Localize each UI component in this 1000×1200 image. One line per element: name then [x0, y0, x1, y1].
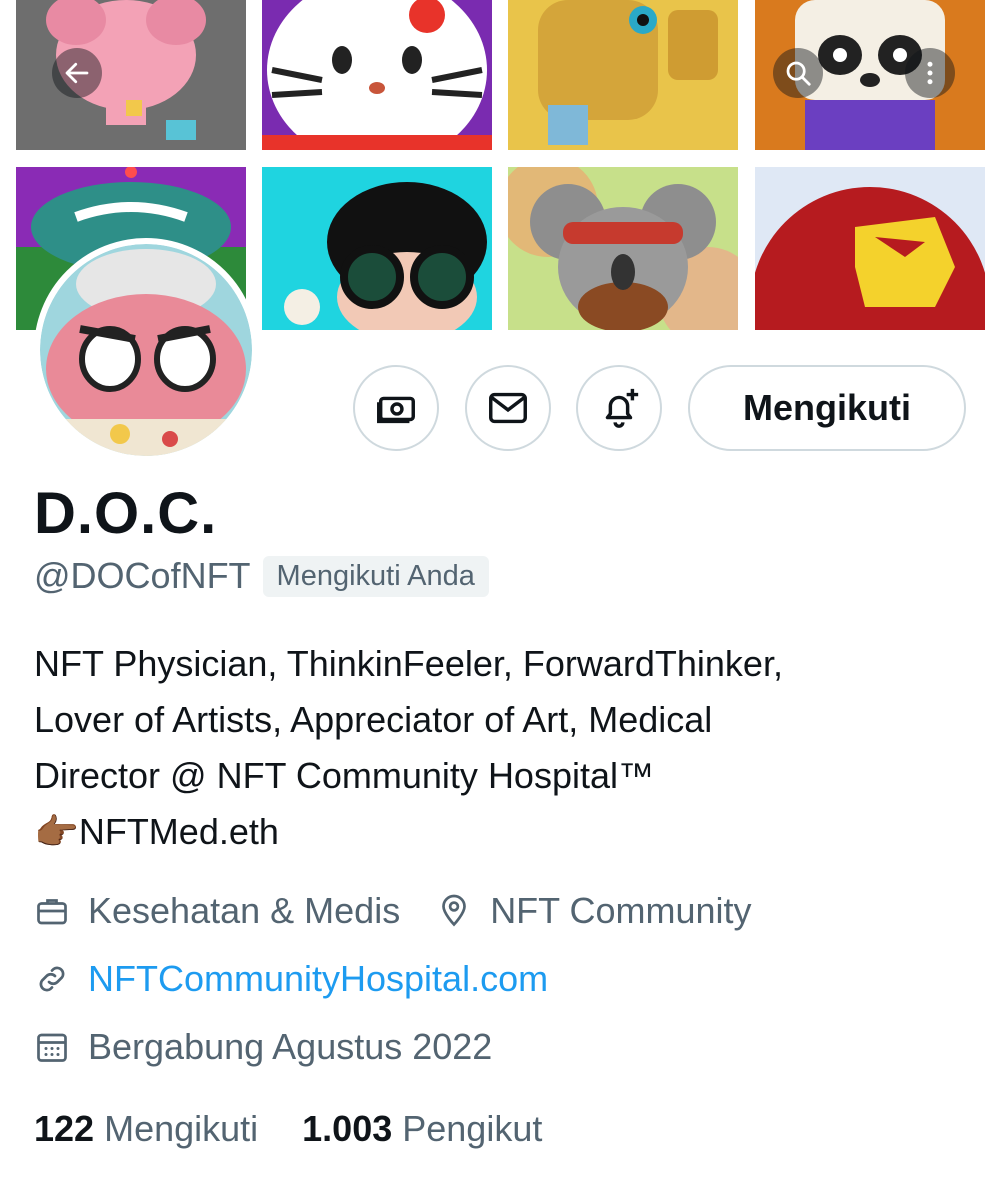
banner-tile-iron-helmet	[755, 167, 985, 330]
following-button[interactable]: Mengikuti	[688, 365, 966, 451]
bio-line: Lover of Artists, Appreciator of Art, Me…	[34, 699, 713, 740]
banner-tile-pink-elephant	[16, 0, 246, 150]
bio-line: Director @ NFT Community Hospital™	[34, 755, 654, 796]
joined-row: Bergabung Agustus 2022	[34, 1026, 492, 1068]
avatar-image	[40, 244, 252, 456]
location-text: NFT Community	[490, 890, 752, 931]
profile-bio: NFT Physician, ThinkinFeeler, ForwardThi…	[34, 636, 964, 860]
website-link[interactable]: NFTCommunityHospital.com	[88, 958, 548, 1000]
following-stat[interactable]: 122 Mengikuti	[34, 1108, 258, 1150]
location-item: NFT Community	[436, 890, 752, 932]
followers-stat[interactable]: 1.003 Pengikut	[302, 1108, 542, 1150]
search-button[interactable]	[773, 48, 823, 98]
avatar[interactable]	[34, 238, 258, 462]
message-button[interactable]	[465, 365, 551, 451]
handle-row: @DOCofNFT Mengikuti Anda	[34, 555, 489, 597]
category-text: Kesehatan & Medis	[88, 890, 401, 931]
profile-name: D.O.C.	[34, 481, 218, 546]
notify-button[interactable]	[576, 365, 662, 451]
following-label: Mengikuti	[104, 1108, 259, 1149]
bio-line: 👉🏾NFTMed.eth	[34, 811, 279, 852]
bio-line: NFT Physician, ThinkinFeeler, ForwardThi…	[34, 643, 783, 684]
following-count: 122	[34, 1108, 95, 1149]
category-item: Kesehatan & Medis	[34, 890, 400, 932]
website-row: NFTCommunityHospital.com	[34, 958, 548, 1000]
banner-tile-white-cat	[262, 0, 492, 150]
banner-tile-sunglasses-curly	[262, 167, 492, 330]
link-icon	[39, 966, 65, 992]
money-icon	[377, 396, 415, 424]
more-vertical-icon	[927, 61, 933, 85]
followers-count: 1.003	[302, 1108, 393, 1149]
search-icon	[786, 61, 811, 86]
bell-plus-icon	[605, 388, 639, 428]
follows-you-badge: Mengikuti Anda	[262, 555, 489, 597]
profile-handle: @DOCofNFT	[34, 555, 251, 596]
more-button[interactable]	[905, 48, 955, 98]
calendar-icon	[37, 1033, 67, 1062]
back-button[interactable]	[52, 48, 102, 98]
followers-label: Pengikut	[402, 1108, 543, 1149]
location-pin-icon	[442, 894, 467, 927]
follow-stats: 122 Mengikuti 1.003 Pengikut	[34, 1108, 542, 1150]
joined-text: Bergabung Agustus 2022	[88, 1026, 493, 1067]
category-location-row: Kesehatan & Medis NFT Community	[34, 890, 788, 932]
arrow-left-icon	[65, 62, 89, 84]
tip-button[interactable]	[353, 365, 439, 451]
banner-tile-gold-robot	[508, 0, 738, 150]
mail-icon	[489, 392, 527, 424]
banner-tile-koala-bandana	[508, 167, 738, 330]
briefcase-icon	[37, 899, 67, 925]
